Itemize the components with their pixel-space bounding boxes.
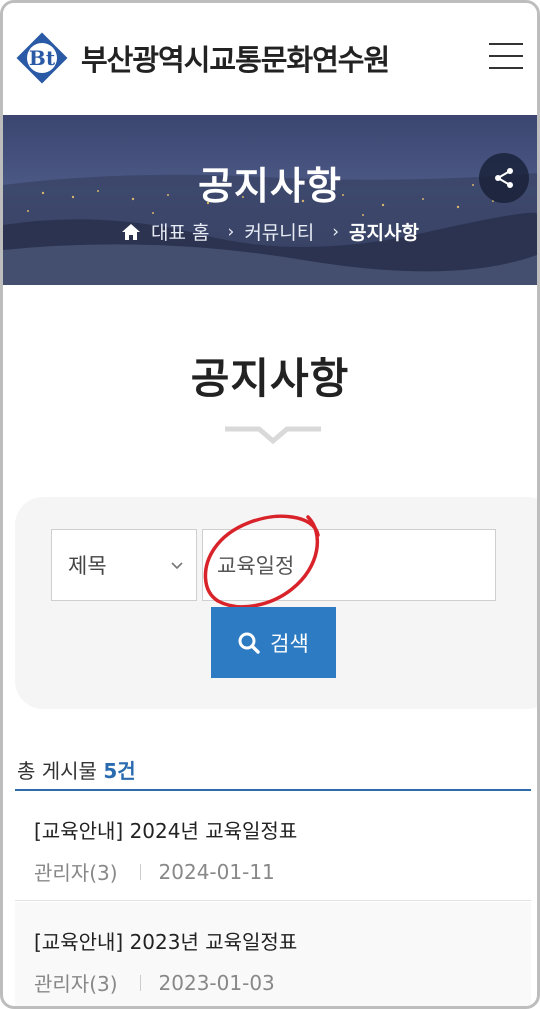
breadcrumb: 대표 홈 › 커뮤니티 › 공지사항: [3, 218, 537, 245]
home-icon[interactable]: [121, 223, 141, 241]
hero-banner: 공지사항 대표 홈 › 커뮤니티 › 공지사항: [3, 115, 537, 285]
meta-divider: [139, 974, 141, 991]
breadcrumb-community[interactable]: 커뮤니티: [244, 218, 314, 245]
logo-text: 부산광역시교통문화연수원: [81, 43, 390, 77]
list-item-author: 관리자(3): [34, 972, 118, 996]
share-button[interactable]: [479, 153, 529, 203]
share-icon: [495, 168, 513, 188]
search-field-select[interactable]: 제목: [51, 529, 197, 601]
meta-divider: [139, 863, 141, 880]
breadcrumb-current: 공지사항: [349, 222, 419, 244]
result-count-value: 5건: [103, 759, 136, 783]
hero-title: 공지사항: [198, 164, 342, 208]
chevron-right-icon: ›: [227, 221, 235, 242]
search-button[interactable]: 검색: [211, 607, 336, 678]
hamburger-icon: [489, 43, 523, 45]
list-item-author: 관리자(3): [34, 861, 118, 885]
logo-mark-text: Bt: [29, 46, 56, 70]
chevron-down-icon: [171, 562, 183, 570]
list-item-meta: 관리자(3) 2024-01-11: [34, 857, 275, 886]
logo-mark-icon: Bt: [16, 32, 68, 84]
list-item[interactable]: [교육안내] 2024년 교육일정표 관리자(3) 2024-01-11: [15, 791, 531, 901]
list-item-meta: 관리자(3) 2023-01-03: [34, 968, 275, 997]
menu-button[interactable]: [489, 43, 523, 71]
title-divider-chevron: [225, 426, 321, 445]
breadcrumb-home[interactable]: 대표 홈: [151, 218, 209, 245]
search-input[interactable]: [202, 529, 496, 601]
list-item-date: 2024-01-11: [158, 859, 275, 884]
top-bar: Bt 부산광역시교통문화연수원: [3, 3, 537, 115]
list-item[interactable]: [교육안내] 2023년 교육일정표 관리자(3) 2023-01-03: [15, 902, 531, 1006]
search-field-select-value: 제목: [68, 554, 107, 578]
search-button-label: 검색: [270, 632, 309, 656]
list-item-title[interactable]: [교육안내] 2023년 교육일정표: [34, 926, 297, 955]
list-item-title[interactable]: [교육안내] 2024년 교육일정표: [34, 815, 297, 844]
result-count: 총 게시물 5건: [17, 755, 136, 784]
list-item-date: 2023-01-03: [158, 970, 275, 995]
search-icon: [238, 632, 260, 654]
page-title: 공지사항: [190, 354, 350, 403]
result-count-label: 총 게시물: [17, 759, 97, 783]
phone-frame: Bt 부산광역시교통문화연수원 공지사항 대표 홈 › 커뮤니티 › 공지사항 …: [0, 0, 540, 1009]
site-logo[interactable]: Bt 부산광역시교통문화연수원: [13, 29, 390, 87]
chevron-right-icon: ›: [332, 221, 340, 242]
